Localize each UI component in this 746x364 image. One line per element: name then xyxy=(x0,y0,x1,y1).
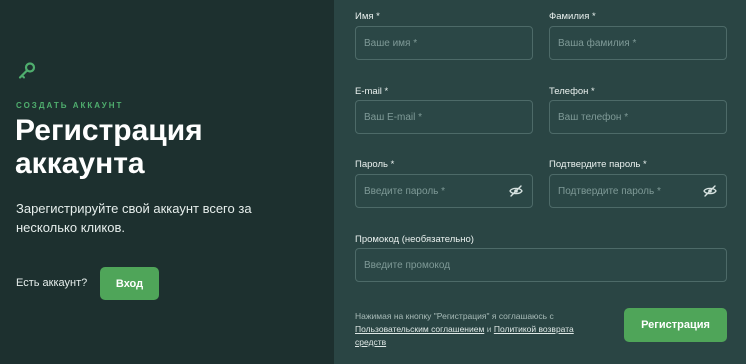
confirm-password-placeholder: Подтвердите пароль * xyxy=(558,185,661,197)
email-label: E-mail * xyxy=(355,86,389,97)
password-input[interactable]: Введите пароль * xyxy=(355,174,533,208)
user-agreement-link[interactable]: Пользовательским соглашением xyxy=(355,324,484,334)
promo-label: Промокод (необязательно) xyxy=(355,234,474,245)
eye-off-icon[interactable] xyxy=(703,185,717,197)
first-name-input[interactable]: Ваше имя * xyxy=(355,26,533,60)
password-label: Пароль * xyxy=(355,159,395,170)
title-line-1: Регистрация xyxy=(15,114,203,147)
confirm-password-label: Подтвердите пароль * xyxy=(549,159,647,170)
page-title: Регистрация аккаунта xyxy=(15,114,315,180)
have-account-text: Есть аккаунт? xyxy=(16,277,88,289)
phone-label: Телефон * xyxy=(549,86,595,97)
registration-page: СОЗДАТЬ АККАУНТ Регистрация аккаунта Зар… xyxy=(0,0,746,364)
last-name-label: Фамилия * xyxy=(549,11,596,22)
subtitle: Зарегистрируйте свой аккаунт всего за не… xyxy=(16,201,252,235)
promo-input[interactable]: Введите промокод xyxy=(355,248,727,282)
confirm-password-input[interactable]: Подтвердите пароль * xyxy=(549,174,727,208)
promo-placeholder: Введите промокод xyxy=(364,259,451,271)
register-button[interactable]: Регистрация xyxy=(624,308,727,342)
email-placeholder: Ваш E-mail * xyxy=(364,111,423,123)
legal-text: Нажимая на кнопку "Регистрация" я соглаш… xyxy=(355,310,605,349)
title-line-2: аккаунта xyxy=(15,147,145,180)
last-name-input[interactable]: Ваша фамилия * xyxy=(549,26,727,60)
login-button[interactable]: Вход xyxy=(100,267,159,300)
last-name-placeholder: Ваша фамилия * xyxy=(558,37,637,49)
phone-input[interactable]: Ваш телефон * xyxy=(549,100,727,134)
legal-prefix: Нажимая на кнопку "Регистрация" я соглаш… xyxy=(355,311,554,321)
left-panel: СОЗДАТЬ АККАУНТ Регистрация аккаунта Зар… xyxy=(0,0,334,364)
email-input[interactable]: Ваш E-mail * xyxy=(355,100,533,134)
first-name-placeholder: Ваше имя * xyxy=(364,37,418,49)
phone-placeholder: Ваш телефон * xyxy=(558,111,629,123)
eyebrow-text: СОЗДАТЬ АККАУНТ xyxy=(16,101,124,110)
eye-off-icon[interactable] xyxy=(509,185,523,197)
key-icon xyxy=(18,62,36,79)
legal-and: и xyxy=(486,324,492,334)
first-name-label: Имя * xyxy=(355,11,380,22)
password-placeholder: Введите пароль * xyxy=(364,185,446,197)
